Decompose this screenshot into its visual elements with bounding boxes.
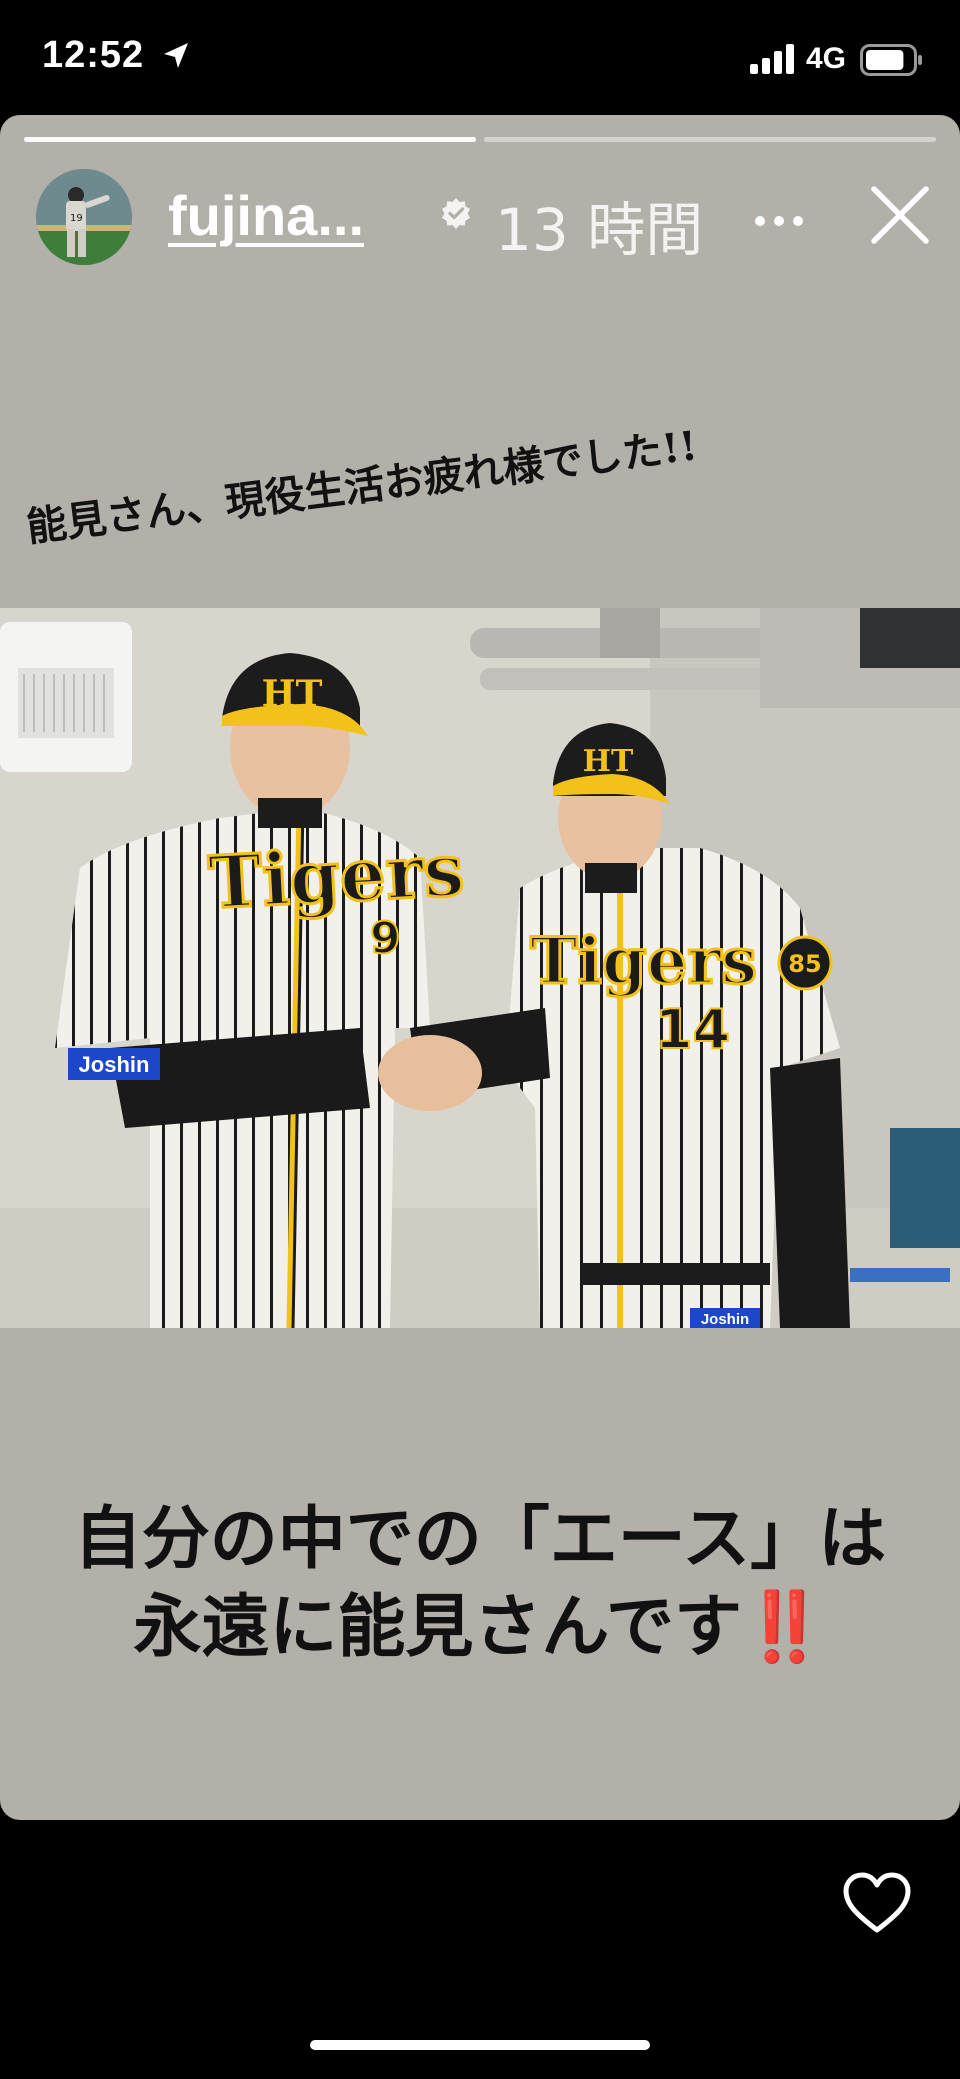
caption-bottom-line-1: 自分の中での「エース」は	[73, 1499, 887, 1579]
svg-text:9: 9	[370, 913, 401, 964]
location-arrow-icon	[164, 43, 188, 68]
story-progress-segment-2	[484, 137, 936, 142]
close-icon[interactable]	[868, 183, 932, 247]
story-progress-segment-1	[24, 137, 476, 142]
caption-bottom-line-2-text: 永遠に能見さんです	[133, 1587, 742, 1667]
svg-text:Joshin: Joshin	[701, 1311, 749, 1328]
story-photo: HT Tigers 9 Joshin HT Tigers 14 85 Joshi…	[0, 608, 960, 1328]
svg-text:85: 85	[788, 950, 821, 978]
status-bar: 12:52 4G	[0, 0, 960, 115]
svg-text:Tigers: Tigers	[530, 924, 757, 999]
story-time-ago: 13 時間	[495, 196, 704, 264]
network-label: 4G	[806, 42, 847, 75]
svg-text:HT: HT	[262, 673, 323, 715]
username-link[interactable]: fujina...	[168, 183, 364, 248]
photo-illustration: HT Tigers 9 Joshin HT Tigers 14 85 Joshi…	[0, 608, 960, 1328]
svg-text:14: 14	[655, 998, 730, 1061]
svg-text:Tigers: Tigers	[206, 827, 466, 925]
avatar[interactable]: 19	[36, 169, 132, 265]
caption-bottom-line-2: 永遠に能見さんです‼️	[0, 1583, 960, 1671]
avatar-photo: 19	[36, 169, 132, 265]
svg-text:HT: HT	[583, 744, 634, 779]
home-indicator[interactable]	[310, 2040, 650, 2050]
story-caption-bottom: 自分の中での「エース」は 永遠に能見さんです‼️	[0, 1495, 960, 1671]
battery-icon	[860, 44, 922, 76]
story-caption-top: 能見さん、現役生活お疲れ様でした!!	[24, 422, 700, 552]
status-time: 12:52	[42, 34, 145, 76]
verified-badge-icon	[442, 198, 470, 229]
double-exclamation-emoji: ‼️	[741, 1587, 827, 1667]
svg-text:Joshin: Joshin	[79, 1052, 150, 1077]
more-options-icon[interactable]	[754, 215, 804, 227]
heart-outline-icon[interactable]	[842, 1872, 912, 1934]
signal-bars-icon	[750, 44, 794, 74]
story-card[interactable]: 19 fujina... 13 時間 能見さん、現役生活お疲れ様でした!! HT…	[0, 115, 960, 1820]
svg-text:19: 19	[70, 213, 83, 224]
story-progress-fill	[24, 137, 476, 142]
